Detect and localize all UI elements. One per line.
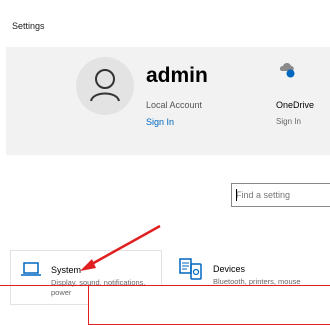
user-icon xyxy=(90,69,120,102)
account-type: Local Account xyxy=(146,100,203,110)
tile-system-title: System xyxy=(51,265,82,275)
annotation-line xyxy=(0,285,88,286)
text-caret xyxy=(236,189,237,201)
onedrive-status: Sign In xyxy=(276,117,301,126)
onedrive-label[interactable]: OneDrive xyxy=(276,100,314,110)
search-box[interactable] xyxy=(231,183,330,207)
annotation-box xyxy=(88,285,330,325)
devices-icon xyxy=(179,258,202,280)
window-title: Settings xyxy=(12,21,45,31)
search-input[interactable] xyxy=(236,185,330,205)
user-name: admin xyxy=(146,64,208,87)
laptop-icon xyxy=(21,262,41,276)
onedrive-icon[interactable] xyxy=(276,57,300,81)
sign-in-link[interactable]: Sign In xyxy=(146,117,174,127)
tile-devices-title: Devices xyxy=(213,264,246,274)
avatar[interactable] xyxy=(76,57,134,115)
